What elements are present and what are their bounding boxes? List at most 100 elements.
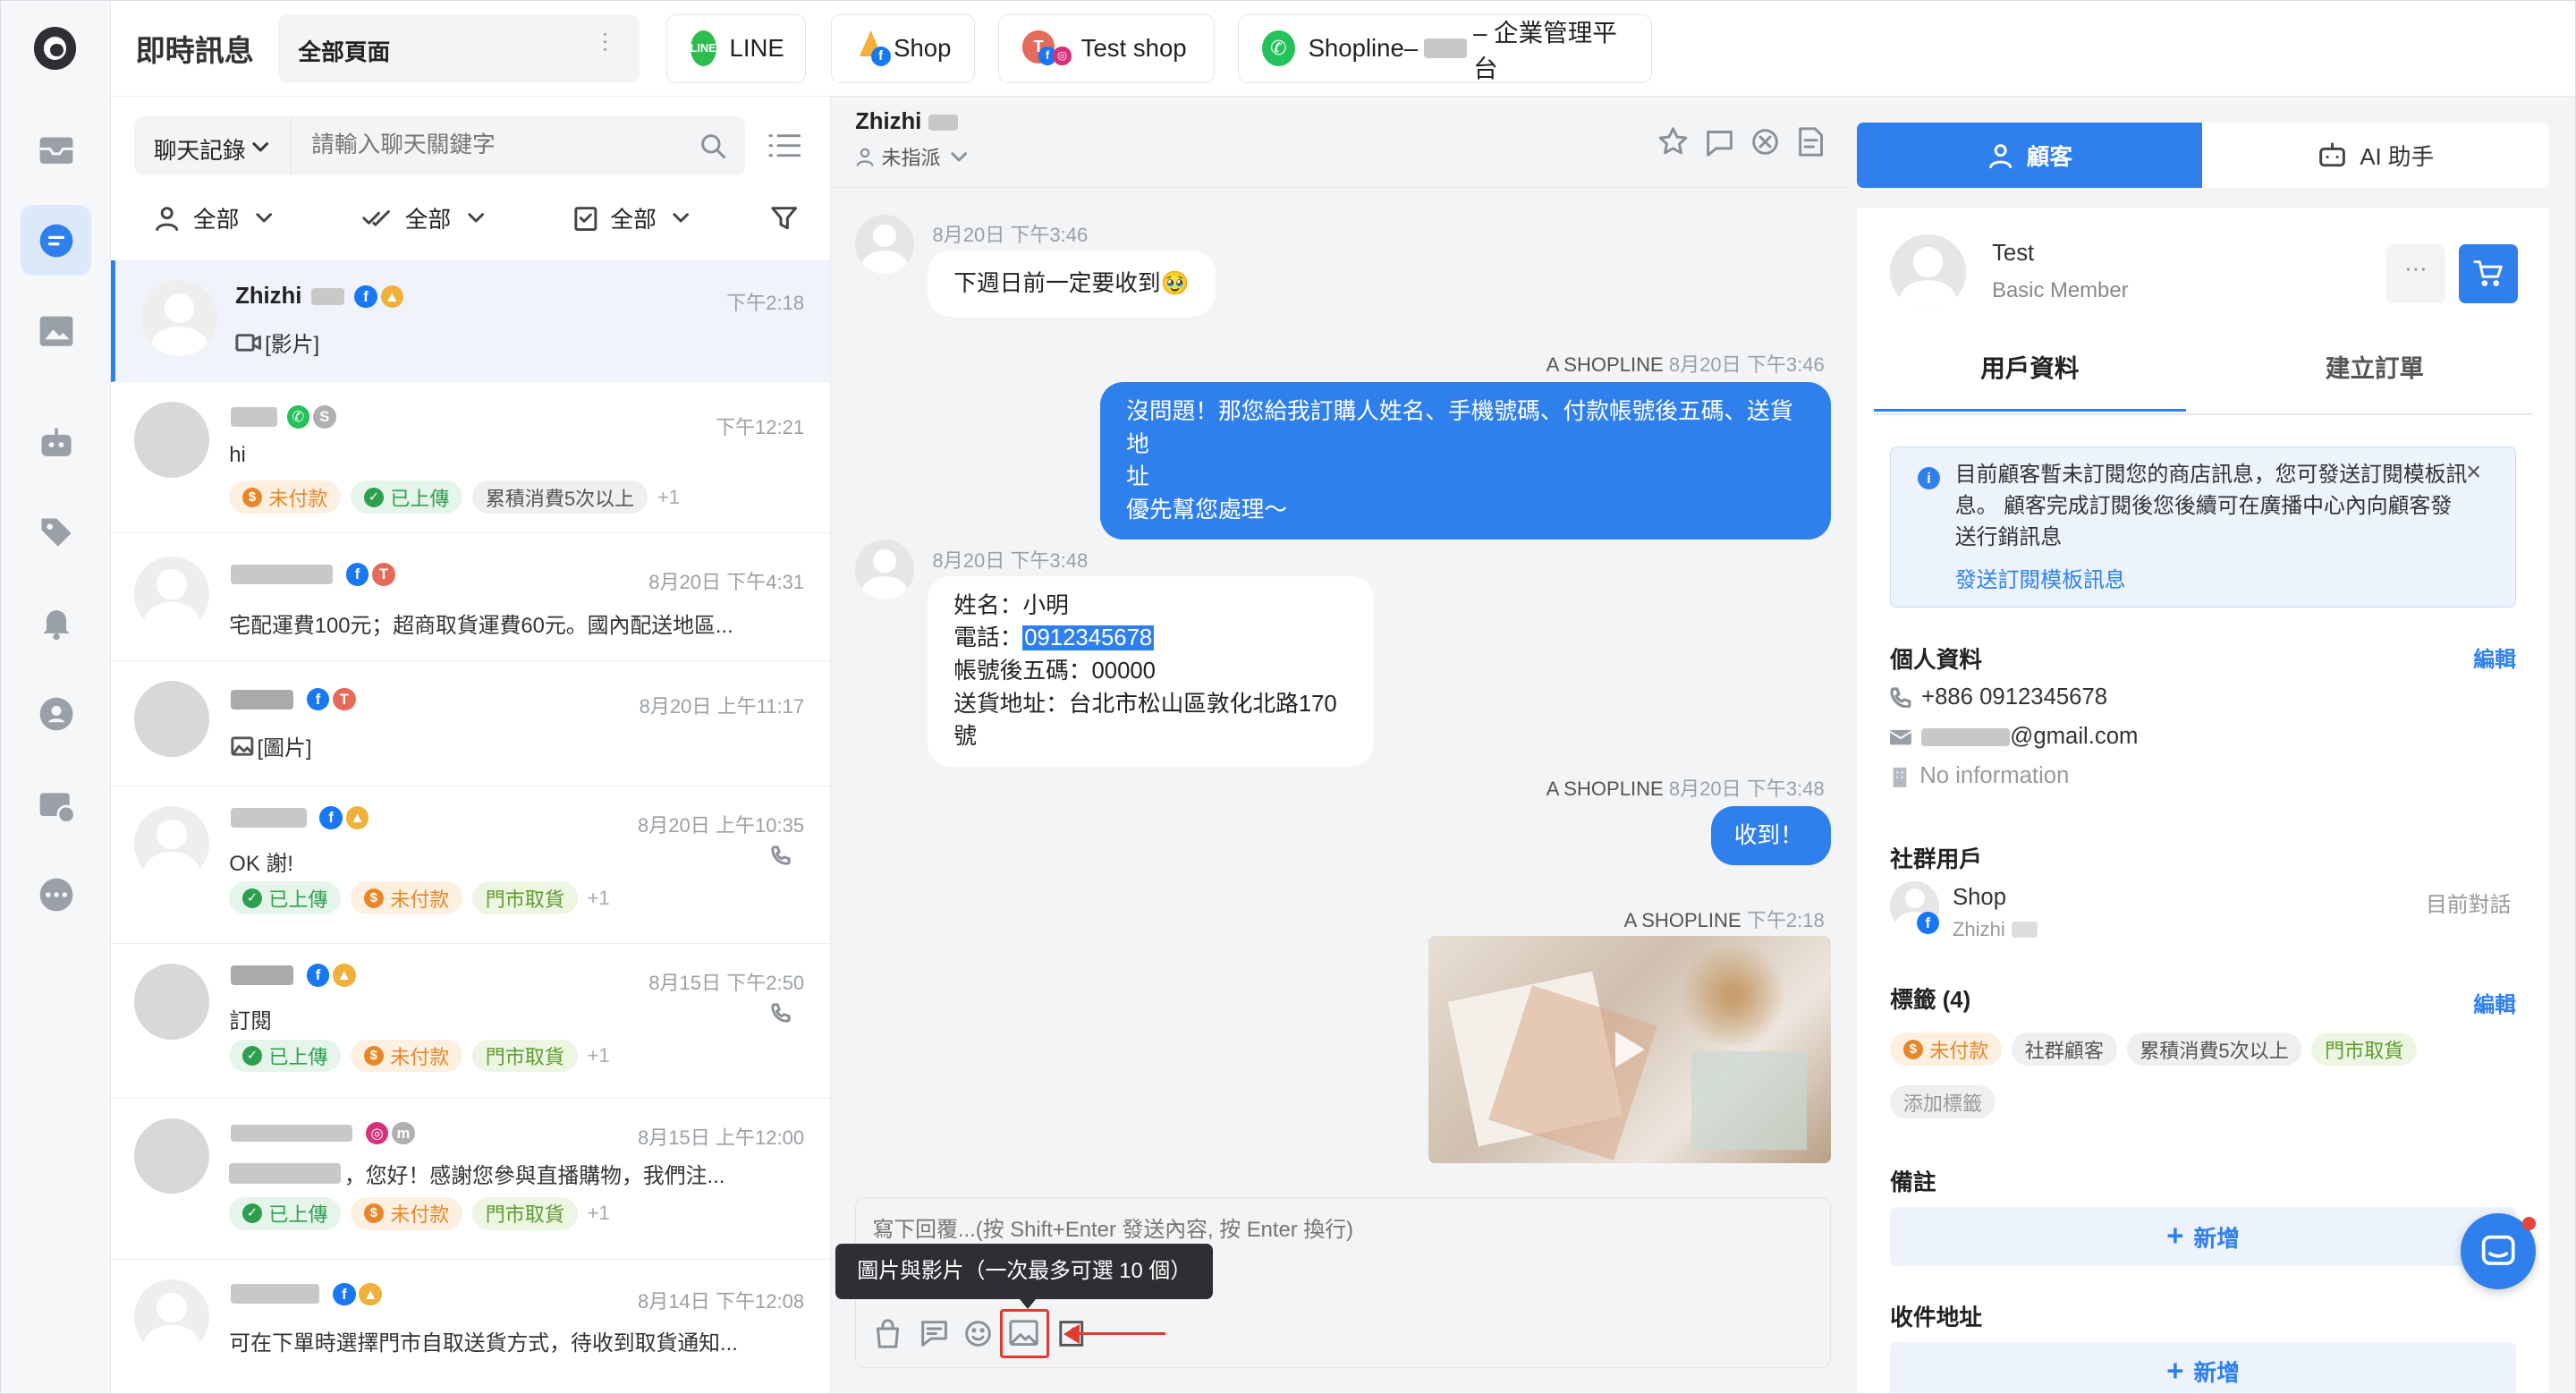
more-tags-count: +1 (587, 1202, 610, 1225)
inbox-icon[interactable] (37, 132, 76, 168)
list-menu-icon[interactable] (768, 132, 801, 158)
shipping-address-title: 收件地址 (1890, 1305, 1982, 1330)
redacted-email (1921, 727, 2011, 746)
conversation-item[interactable]: Zhizhi f ▲ 下午2:18 [影片] (111, 260, 830, 383)
cart-icon (2473, 260, 2503, 287)
search-icon[interactable] (699, 132, 725, 158)
tag-icon[interactable] (37, 514, 76, 549)
tab-label: LINE (729, 34, 784, 63)
chevron-down-icon (467, 213, 484, 223)
message-meta: A SHOPLINE 8月20日 下午3:48 (1546, 773, 1825, 802)
edit-tags-link[interactable]: 編輯 (2473, 987, 2516, 1018)
tag: ✓ 已上傳 (229, 1039, 342, 1073)
facebook-icon: f (332, 1282, 356, 1306)
note-icon[interactable] (1705, 127, 1734, 157)
tab-ai-assistant[interactable]: AI 助手 (2202, 122, 2549, 189)
conversation-item[interactable]: f T 8月20日 下午4:31 宅配運費100元；超商取貨運費60元。國內配送… (111, 533, 830, 662)
add-tag-button[interactable]: 添加標籤 (1890, 1085, 1996, 1118)
message-line: 優先幫您處理～ (1126, 497, 1288, 523)
filter-read[interactable]: 全部 (362, 201, 484, 234)
message-bubble: 收到！ (1711, 805, 1832, 866)
close-icon[interactable]: × (2466, 457, 2481, 488)
video-icon (235, 334, 262, 352)
play-icon[interactable] (1615, 1031, 1646, 1067)
tag: $ 未付款 (351, 881, 463, 915)
image-upload-button[interactable] (999, 1309, 1049, 1359)
conversation-item[interactable]: f ▲ 8月15日 下午2:50 訂閱 ✓ 已上傳 $ 未付款 門市取貨 +1 (111, 944, 830, 1099)
tag: 社群顧客 (2012, 1033, 2117, 1067)
subtab-create-order[interactable]: 建立訂單 (2219, 339, 2531, 412)
quick-reply-icon[interactable] (919, 1319, 949, 1348)
chat-nav-icon[interactable] (21, 204, 91, 276)
filter-order[interactable]: 全部 (574, 201, 690, 234)
message-time: 下午2:18 (1746, 909, 1825, 932)
funnel-icon[interactable] (771, 205, 798, 231)
add-address-button[interactable]: + 新增 (1890, 1341, 2516, 1393)
bot-icon[interactable] (37, 425, 76, 461)
assign-select[interactable]: 未指派 (855, 142, 967, 171)
conversation-item[interactable]: f T 8月20日 上午11:17 [圖片] (111, 661, 830, 786)
annotation-arrow (1077, 1331, 1166, 1336)
edit-personal-link[interactable]: 編輯 (2473, 642, 2516, 673)
video-message[interactable] (1428, 936, 1832, 1163)
double-check-icon (362, 209, 390, 226)
tab-label: Shop (894, 34, 952, 63)
block-icon[interactable] (1750, 127, 1780, 157)
avatar (133, 681, 210, 757)
tab-line[interactable]: LINE LINE (665, 13, 806, 83)
kebab-icon[interactable]: ··· (593, 30, 618, 54)
tag: ✓ 已上傳 (229, 1197, 342, 1230)
social-account-name: Shop (1952, 885, 2006, 911)
conversation-time: 8月15日 上午12:00 (638, 1126, 805, 1149)
notification-dot (2522, 1217, 2536, 1230)
conversation-item[interactable]: f ▲ 8月14日 下午12:08 可在下單時選擇門市自取送貨方式，待收到取貨通… (111, 1260, 829, 1393)
conversation-time: 8月20日 上午10:35 (638, 813, 805, 837)
tab-shopline-whatsapp[interactable]: ✆ Shopline– – 企業管理平台 (1238, 13, 1652, 83)
product-bag-icon[interactable] (873, 1319, 902, 1348)
chevron-down-icon (256, 213, 272, 223)
clipboard-icon (574, 207, 597, 231)
message-line: 址 (1126, 464, 1149, 490)
conversation-item[interactable]: f ▲ 8月20日 上午10:35 OK 謝! ✓ 已上傳 $ 未付款 門市取貨 +… (111, 786, 830, 945)
emoji-icon[interactable] (963, 1319, 993, 1348)
tab-test-shop[interactable]: T f ◎ Test shop (997, 13, 1216, 83)
chat-support-button[interactable] (2460, 1213, 2537, 1289)
tag: 門市取貨 (472, 1039, 578, 1073)
document-icon[interactable] (1797, 127, 1823, 157)
search-input[interactable] (311, 127, 690, 164)
line-icon: LINE (690, 30, 716, 67)
whatsapp-icon: ✆ (1261, 30, 1295, 67)
media-icon[interactable] (37, 313, 76, 349)
conversation-item[interactable]: ◎ m 8月15日 上午12:00 ，您好！感謝您參與直播購物，我們注... ✓… (111, 1099, 830, 1260)
conversation-item[interactable]: ✆ S 下午12:21 hi $ 未付款 ✓ 已上傳 累積消費5次以上 +1 (111, 382, 830, 534)
search-scope-select[interactable]: 聊天記錄 (134, 115, 292, 175)
cart-button[interactable] (2458, 243, 2518, 303)
conversation-preview: [圖片] (257, 736, 312, 761)
tab-customer[interactable]: 顧客 (1857, 122, 2203, 189)
customer-service-icon[interactable] (37, 694, 76, 734)
add-note-button[interactable]: + 新增 (1890, 1207, 2516, 1267)
subtab-profile[interactable]: 用戶資料 (1873, 339, 2186, 412)
tag: 門市取貨 (2311, 1033, 2417, 1067)
notice-link[interactable]: 發送訂閱模板訊息 (1955, 562, 2126, 593)
app-logo[interactable] (33, 27, 77, 71)
redacted-name (231, 1125, 353, 1142)
star-icon[interactable] (1658, 127, 1688, 157)
s-icon: S (312, 404, 336, 429)
bell-icon[interactable] (37, 602, 76, 642)
message-meta: A SHOPLINE 8月20日 下午3:46 (1546, 349, 1825, 378)
customer-phone: +886 0912345678 (1921, 684, 2108, 710)
more-icon[interactable] (37, 875, 76, 914)
conversation-time: 8月14日 下午12:08 (638, 1290, 805, 1313)
tag: 累積消費5次以上 (2126, 1033, 2302, 1067)
conversation-time: 下午12:21 (715, 416, 805, 439)
notes-title: 備註 (1890, 1170, 1936, 1196)
redacted-name (311, 288, 345, 305)
tab-shop[interactable]: f Shop (830, 13, 976, 83)
broadcast-icon[interactable] (37, 786, 77, 826)
message-line: 沒問題！那您給我訂購人姓名、手機號碼、付款帳號後五碼、送貨地 (1126, 398, 1793, 457)
page-select[interactable]: 全部頁面 ··· (278, 13, 640, 83)
more-options-button[interactable]: ··· (2385, 243, 2445, 303)
facebook-icon: f (319, 805, 343, 829)
filter-assignee[interactable]: 全部 (154, 201, 272, 234)
